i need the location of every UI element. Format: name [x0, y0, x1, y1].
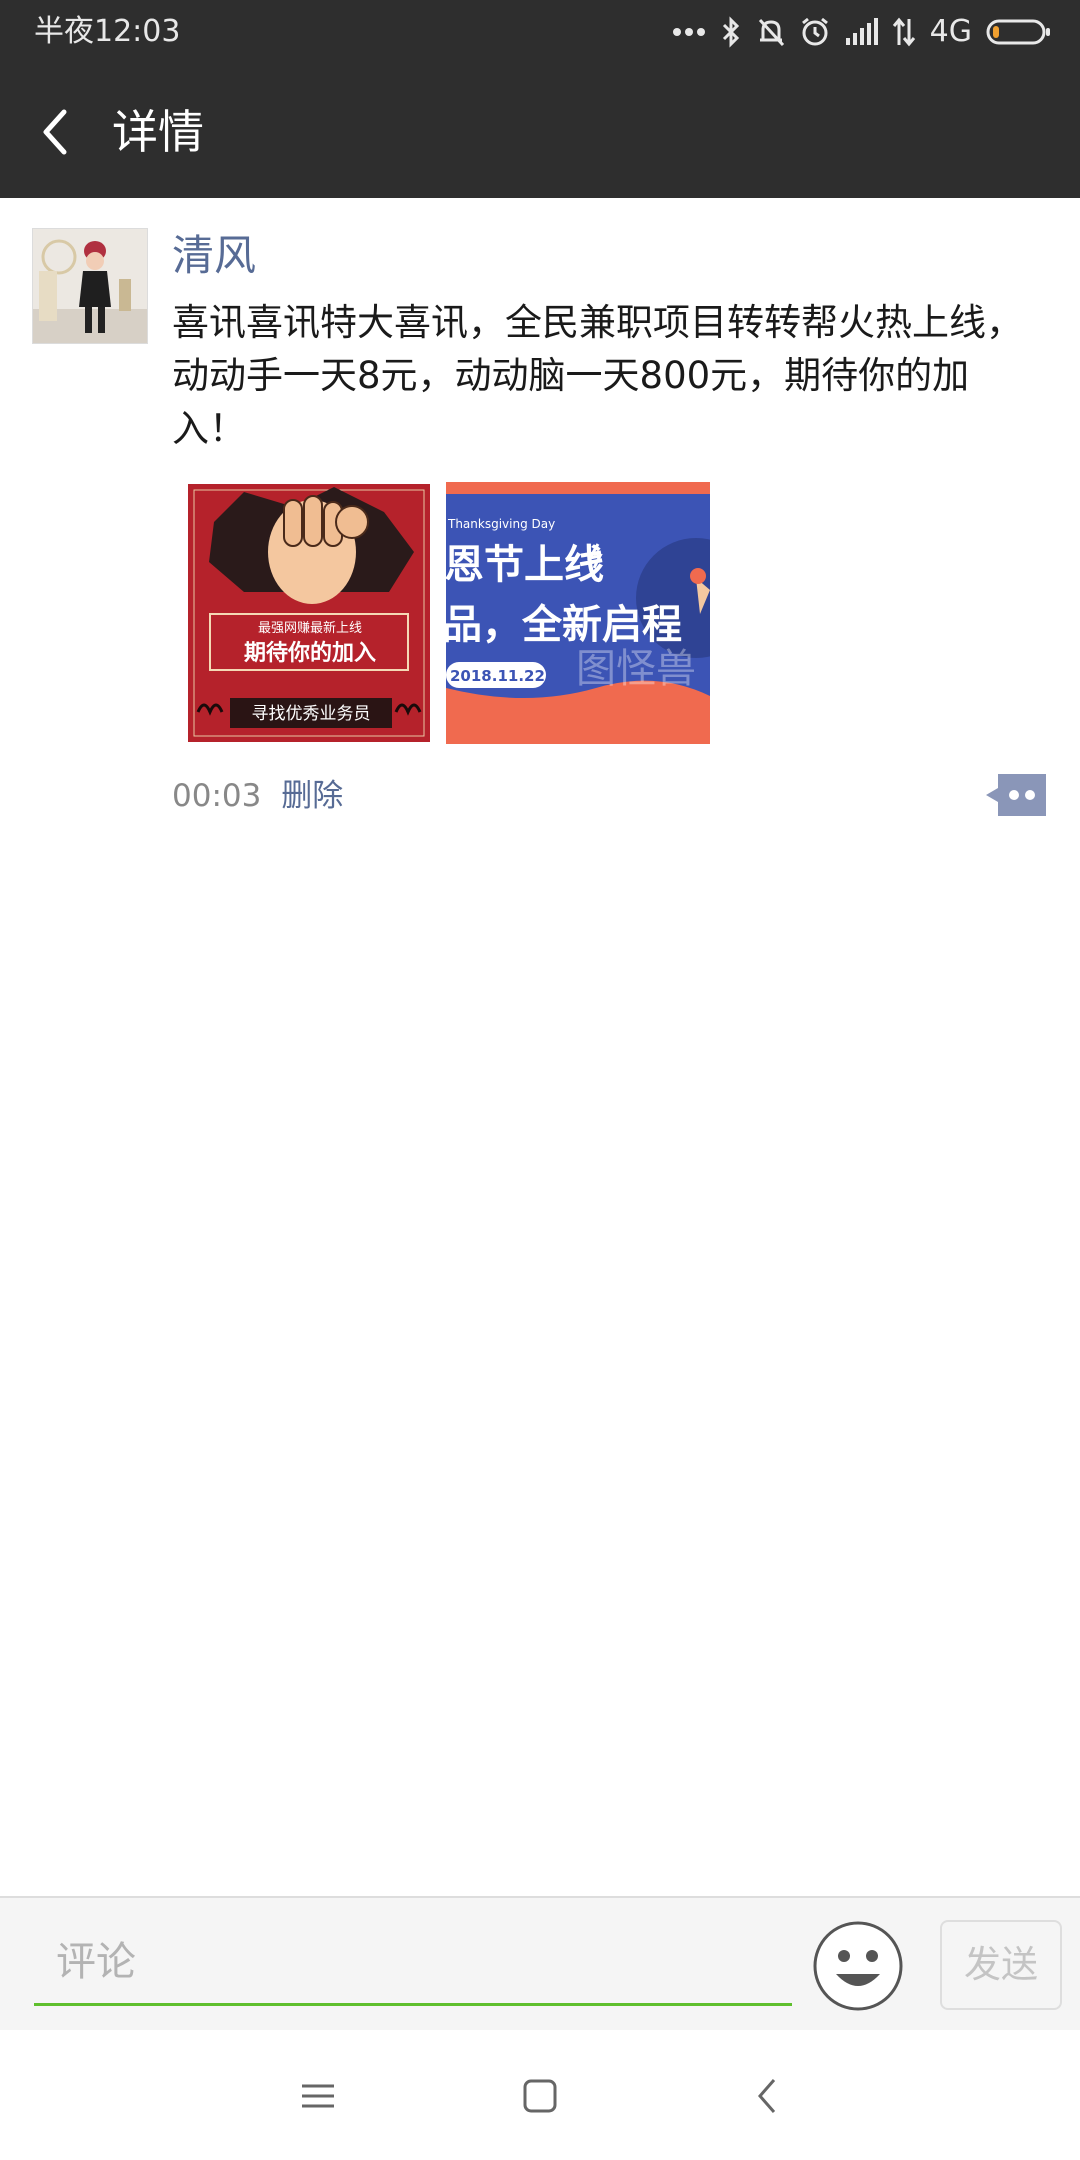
- send-button[interactable]: 发送: [940, 1920, 1062, 2010]
- data-arrows-icon: [892, 17, 915, 47]
- status-bar: 半夜12:03 4G: [0, 0, 1080, 66]
- avatar[interactable]: [32, 228, 148, 344]
- poster2-line2: 品，全新启程: [446, 602, 682, 648]
- author-name[interactable]: 清风: [172, 230, 256, 282]
- comment-toggle-button[interactable]: [986, 774, 1046, 816]
- back-button[interactable]: [28, 102, 88, 162]
- poster2-line-en: Thanksgiving Day: [447, 517, 555, 531]
- poster1-line2: 期待你的加入: [244, 640, 376, 666]
- nav-back-button[interactable]: [746, 2074, 790, 2118]
- poster2-watermark: 图怪兽: [576, 646, 696, 692]
- battery-icon: [986, 19, 1050, 45]
- poster-thanksgiving-image: Thanksgiving Day 恩节上线 品，全新启程 2018.11.22 …: [446, 482, 710, 744]
- post-image-1[interactable]: 最强网赚最新上线 期待你的加入 寻找优秀业务员: [184, 482, 448, 744]
- network-type: 4G: [929, 14, 972, 49]
- home-square-icon: [523, 2079, 557, 2113]
- comment-input[interactable]: [34, 1920, 792, 2006]
- comment-bar: 发送: [0, 1896, 1080, 2030]
- poster1-line1: 最强网赚最新上线: [258, 620, 362, 636]
- menu-icon: [302, 2084, 334, 2108]
- navigation-bar: [0, 2030, 1080, 2160]
- mute-bell-icon: [758, 18, 784, 47]
- more-dots-icon: [672, 28, 705, 36]
- bluetooth-icon: [722, 16, 739, 48]
- poster-recruitment-image: 最强网赚最新上线 期待你的加入 寻找优秀业务员: [184, 482, 448, 744]
- avatar-image: [33, 229, 147, 343]
- alarm-icon: [801, 17, 828, 46]
- delete-link[interactable]: 删除: [281, 778, 343, 814]
- emoji-button[interactable]: [812, 1920, 904, 2012]
- poster2-date: 2018.11.22: [450, 667, 545, 685]
- status-time: 半夜12:03: [34, 14, 181, 49]
- status-icons: 4G: [672, 12, 1052, 52]
- page-title: 详情: [112, 105, 204, 159]
- comment-dots-icon: [986, 774, 1046, 816]
- nav-home-button[interactable]: [518, 2074, 562, 2118]
- poster1-line3: 寻找优秀业务员: [252, 704, 371, 724]
- nav-back-icon: [758, 2079, 776, 2113]
- post-meta: 00:03 删除: [172, 776, 343, 816]
- back-arrow-icon: [43, 109, 67, 155]
- post-image-2[interactable]: Thanksgiving Day 恩节上线 品，全新启程 2018.11.22 …: [446, 482, 710, 744]
- post-text: 喜讯喜讯特大喜讯，全民兼职项目转转帮火热上线，动动手一天8元，动动脑一天800元…: [172, 301, 1023, 450]
- nav-menu-button[interactable]: [296, 2074, 340, 2118]
- signal-icon: [845, 18, 878, 45]
- post-time: 00:03: [172, 778, 262, 814]
- smiley-icon: [813, 1921, 903, 2011]
- title-bar: 详情: [0, 66, 1080, 198]
- poster2-line1: 恩节上线: [446, 542, 604, 588]
